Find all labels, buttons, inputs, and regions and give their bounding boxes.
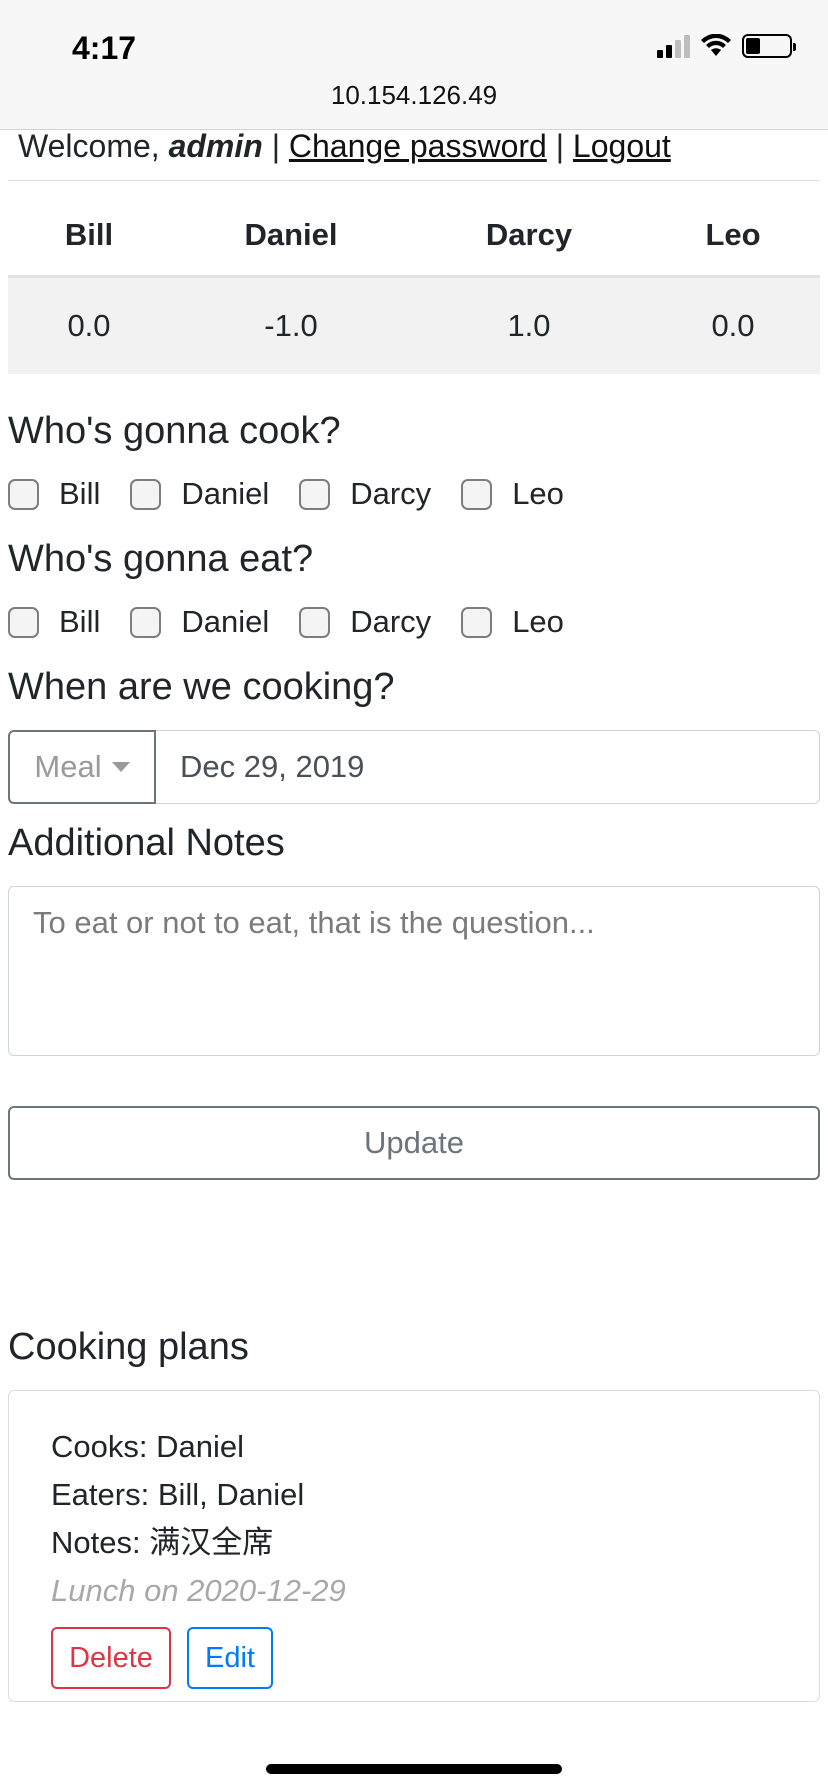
meal-dropdown-label: Meal bbox=[34, 749, 102, 784]
checkbox[interactable] bbox=[299, 478, 331, 510]
checkbox[interactable] bbox=[8, 606, 39, 638]
plan-when: Lunch on 2020-12-29 bbox=[51, 1573, 346, 1608]
home-indicator[interactable] bbox=[266, 1764, 562, 1774]
divider bbox=[8, 180, 820, 181]
balance-header-darcy: Darcy bbox=[485, 216, 573, 252]
date-input[interactable]: Dec 29, 2019 bbox=[156, 730, 820, 804]
delete-button[interactable]: Delete bbox=[51, 1627, 171, 1689]
eat-checkbox-bill[interactable]: Bill bbox=[8, 604, 100, 640]
plan-card: Cooks: Daniel Eaters: Bill, Daniel Notes… bbox=[8, 1390, 820, 1702]
cook-checkbox-darcy[interactable]: Darcy bbox=[299, 476, 431, 512]
eat-checkbox-daniel[interactable]: Daniel bbox=[130, 604, 269, 640]
balance-header-bill: Bill bbox=[64, 216, 114, 252]
welcome-prefix: Welcome, bbox=[18, 128, 169, 164]
caret-down-icon bbox=[111, 762, 130, 772]
checkbox[interactable] bbox=[461, 478, 493, 510]
checkbox[interactable] bbox=[299, 606, 331, 638]
plan-notes: Notes: 满汉全席 bbox=[51, 1525, 274, 1560]
welcome-line: Welcome, admin | Change password | Logou… bbox=[18, 128, 671, 165]
balance-value-daniel: -1.0 bbox=[264, 308, 318, 343]
cook-checkbox-leo[interactable]: Leo bbox=[461, 476, 564, 512]
plan-eaters: Eaters: Bill, Daniel bbox=[51, 1477, 305, 1512]
meal-date-group: Meal Dec 29, 2019 bbox=[8, 730, 820, 804]
change-password-link[interactable]: Change password bbox=[289, 128, 547, 164]
separator: | bbox=[262, 128, 289, 164]
notes-textarea[interactable] bbox=[8, 886, 820, 1056]
eat-checkbox-leo[interactable]: Leo bbox=[461, 604, 564, 640]
checkbox[interactable] bbox=[461, 606, 493, 638]
balance-header-leo: Leo bbox=[705, 216, 761, 252]
balance-value-leo: 0.0 bbox=[711, 308, 755, 343]
status-icons bbox=[657, 34, 796, 58]
plan-actions: Delete Edit bbox=[51, 1627, 777, 1689]
balance-table: Bill Daniel Darcy Leo 0.0 -1.0 1.0 0.0 bbox=[8, 194, 820, 374]
eat-checkbox-group: Bill Daniel Darcy Leo bbox=[8, 604, 594, 640]
browser-top-bar: 4:17 10.154.126.49 bbox=[0, 0, 828, 130]
checkbox[interactable] bbox=[130, 606, 162, 638]
cook-checkbox-group: Bill Daniel Darcy Leo bbox=[8, 476, 594, 512]
logout-link[interactable]: Logout bbox=[573, 128, 671, 164]
meal-dropdown-button[interactable]: Meal bbox=[8, 730, 156, 804]
address-bar-url[interactable]: 10.154.126.49 bbox=[0, 80, 828, 111]
username: admin bbox=[168, 128, 263, 164]
separator: | bbox=[546, 128, 573, 164]
update-button[interactable]: Update bbox=[8, 1106, 820, 1180]
balance-header-row: Bill Daniel Darcy Leo bbox=[8, 194, 820, 278]
notes-section-title: Additional Notes bbox=[8, 822, 285, 864]
plan-cooks: Cooks: Daniel bbox=[51, 1429, 244, 1464]
edit-button[interactable]: Edit bbox=[187, 1627, 273, 1689]
cook-checkbox-daniel[interactable]: Daniel bbox=[130, 476, 269, 512]
balance-values-row: 0.0 -1.0 1.0 0.0 bbox=[8, 278, 820, 374]
cook-section-title: Who's gonna cook? bbox=[8, 410, 341, 452]
cellular-signal-icon bbox=[657, 34, 690, 58]
eat-checkbox-darcy[interactable]: Darcy bbox=[299, 604, 431, 640]
balance-value-darcy: 1.0 bbox=[507, 308, 551, 343]
balance-value-bill: 0.0 bbox=[67, 308, 111, 343]
checkbox[interactable] bbox=[130, 478, 162, 510]
checkbox[interactable] bbox=[8, 478, 39, 510]
eat-section-title: Who's gonna eat? bbox=[8, 538, 314, 580]
wifi-icon bbox=[700, 34, 732, 58]
when-section-title: When are we cooking? bbox=[8, 666, 395, 708]
plans-section-title: Cooking plans bbox=[8, 1326, 249, 1368]
cook-checkbox-bill[interactable]: Bill bbox=[8, 476, 100, 512]
status-time: 4:17 bbox=[72, 30, 137, 66]
balance-header-daniel: Daniel bbox=[244, 216, 338, 252]
battery-icon bbox=[742, 34, 796, 58]
